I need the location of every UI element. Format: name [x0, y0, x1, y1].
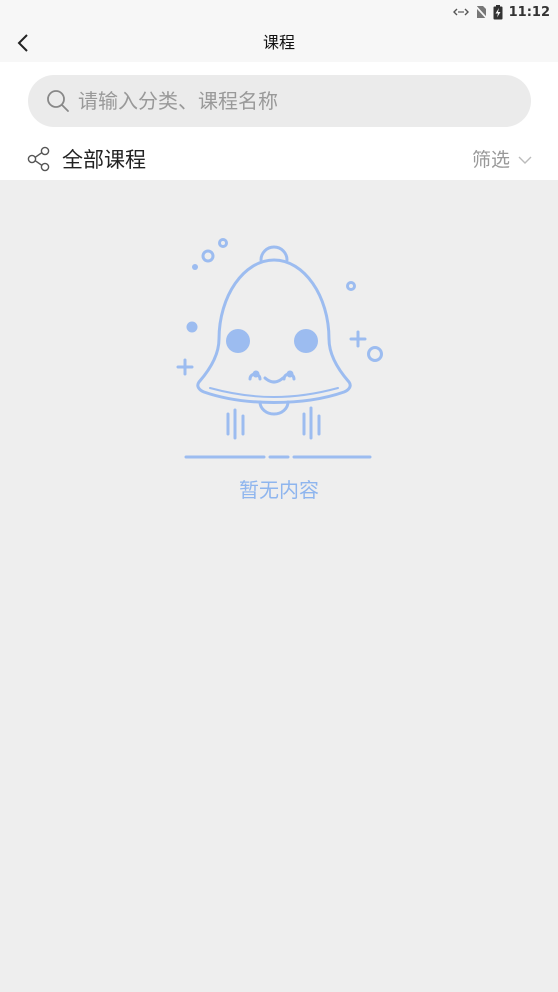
- chevron-down-icon: [518, 156, 532, 164]
- search-input[interactable]: [78, 89, 498, 113]
- category-bar: 全部课程 筛选: [0, 140, 558, 180]
- data-transfer-icon: [452, 6, 469, 18]
- no-sim-icon: [474, 5, 487, 19]
- title-bar: 课程: [0, 24, 558, 62]
- battery-charging-icon: [493, 4, 503, 20]
- share-icon[interactable]: [27, 146, 51, 172]
- filter-button[interactable]: 筛选: [472, 144, 532, 176]
- bell-illustration-icon: [176, 238, 383, 459]
- all-courses-label: 全部课程: [62, 148, 146, 172]
- search-section: [0, 62, 558, 140]
- filter-label: 筛选: [471, 149, 510, 171]
- search-box[interactable]: [28, 75, 531, 127]
- empty-message: 暂无内容: [239, 478, 319, 502]
- status-bar: 11:12: [0, 0, 558, 24]
- clock: 11:12: [508, 4, 550, 20]
- page-title: 课程: [262, 33, 295, 52]
- search-icon: [47, 90, 69, 112]
- empty-state: 暂无内容: [0, 180, 558, 992]
